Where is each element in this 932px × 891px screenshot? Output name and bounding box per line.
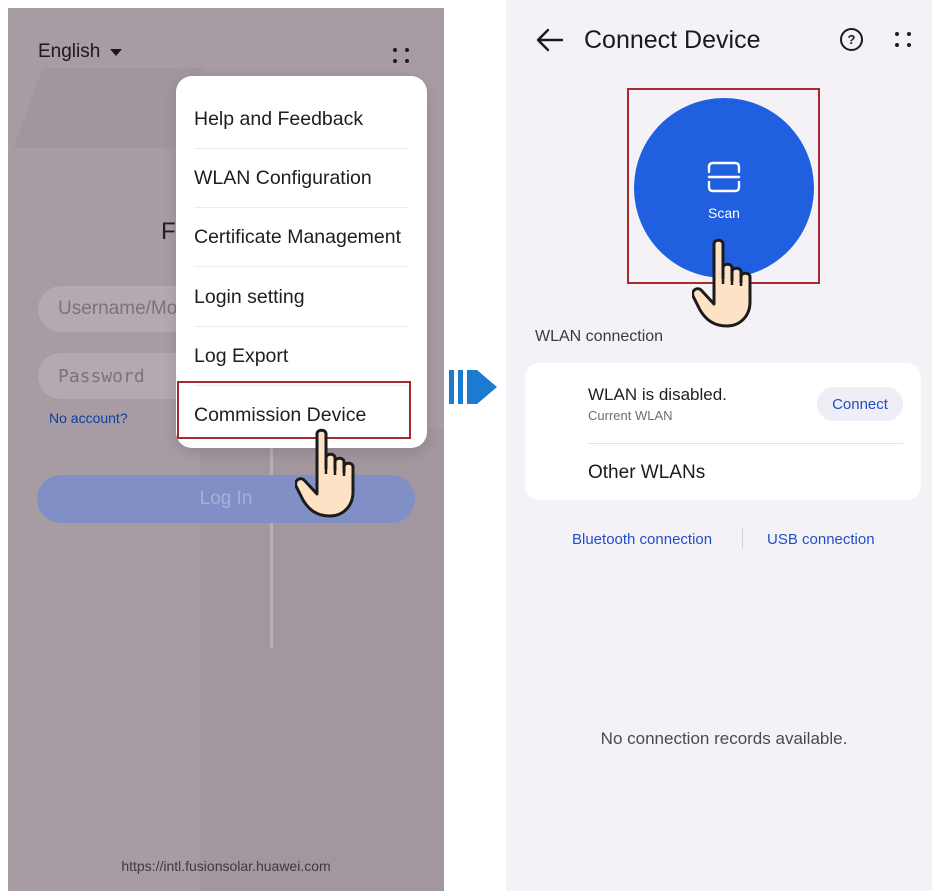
wlan-card: WLAN is disabled. Current WLAN Connect O… (525, 363, 921, 500)
login-screen: English F Username/Mobile Password No ac… (8, 8, 444, 891)
no-account-link[interactable]: No account? (49, 410, 128, 426)
more-icon[interactable] (895, 32, 911, 47)
server-url: https://intl.fusionsolar.huawei.com (121, 858, 331, 874)
pointing-hand-icon (295, 428, 355, 518)
double-arrow-right-icon (449, 370, 497, 404)
menu-item-login-setting[interactable]: Login setting (194, 267, 409, 327)
usb-connection-link[interactable]: USB connection (767, 531, 875, 548)
caret-down-icon (110, 48, 123, 56)
current-wlan-label: Current WLAN (588, 408, 673, 423)
back-arrow-icon[interactable] (536, 28, 564, 52)
background-shape (13, 68, 203, 148)
app-title: F (161, 218, 176, 245)
language-selector[interactable]: English (38, 41, 123, 63)
menu-item-log-export[interactable]: Log Export (194, 326, 409, 386)
bluetooth-connection-link[interactable]: Bluetooth connection (572, 531, 712, 548)
language-label: English (38, 41, 101, 62)
other-wlans-item[interactable]: Other WLANs (588, 462, 705, 484)
link-divider (742, 528, 743, 548)
empty-state-text: No connection records available. (600, 729, 848, 748)
wlan-status: WLAN is disabled. (588, 385, 727, 404)
help-icon[interactable]: ? (840, 28, 863, 51)
more-icon[interactable] (393, 48, 409, 63)
menu-item-wlan-configuration[interactable]: WLAN Configuration (194, 148, 409, 208)
card-divider (588, 443, 903, 444)
highlight-commission-device (177, 381, 411, 439)
pointing-hand-icon (692, 238, 752, 328)
wlan-section-title: WLAN connection (535, 328, 664, 345)
menu-item-help-feedback[interactable]: Help and Feedback (194, 89, 409, 149)
page-title: Connect Device (584, 26, 761, 54)
menu-item-certificate-management[interactable]: Certificate Management (194, 207, 409, 267)
connect-button[interactable]: Connect (817, 387, 903, 421)
password-placeholder: Password (58, 365, 145, 387)
